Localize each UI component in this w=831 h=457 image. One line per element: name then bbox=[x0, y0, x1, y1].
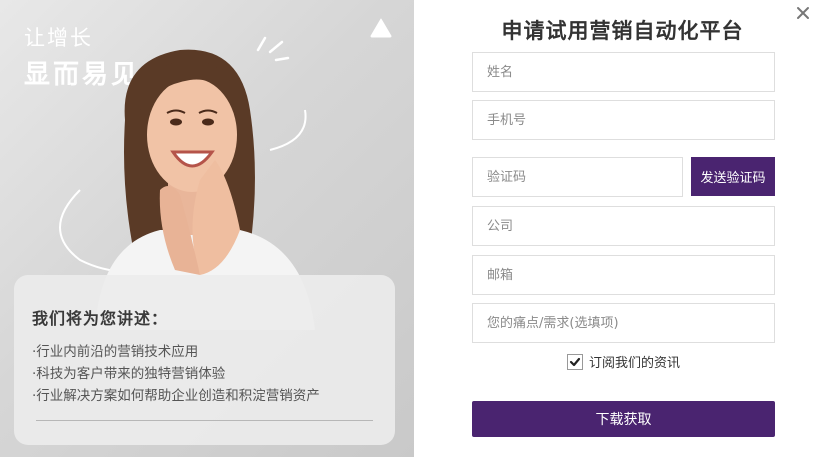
close-icon[interactable] bbox=[794, 4, 812, 22]
subscribe-row[interactable]: 订阅我们的资讯 bbox=[567, 352, 680, 371]
info-card-title: 我们将为您讲述： bbox=[32, 309, 169, 328]
phone-field[interactable] bbox=[472, 100, 775, 140]
list-item: ·科技为客户带来的独特营销体验 bbox=[32, 366, 226, 382]
form-title: 申请试用营销自动化平台 bbox=[501, 19, 744, 43]
list-item: ·行业内前沿的营销技术应用 bbox=[32, 344, 199, 360]
company-field[interactable] bbox=[472, 206, 775, 246]
promo-panel: 让增长 显而易见 我们将为您讲述： ·行业内前沿的营销技术应用 ·科技为客户带来… bbox=[0, 0, 414, 457]
send-code-button[interactable]: 发送验证码 bbox=[691, 157, 775, 196]
logo-triangle-icon bbox=[370, 18, 392, 38]
list-item: ·行业解决方案如何帮助企业创造和积淀营销资产 bbox=[32, 388, 320, 404]
needs-field[interactable] bbox=[472, 303, 775, 343]
divider bbox=[36, 420, 373, 421]
info-card: 我们将为您讲述： ·行业内前沿的营销技术应用 ·科技为客户带来的独特营销体验 ·… bbox=[14, 275, 395, 445]
name-field[interactable] bbox=[472, 52, 775, 92]
subscribe-label: 订阅我们的资讯 bbox=[589, 356, 681, 371]
info-card-list: ·行业内前沿的营销技术应用 ·科技为客户带来的独特营销体验 ·行业解决方案如何帮… bbox=[32, 341, 320, 407]
download-button[interactable]: 下载获取 bbox=[472, 401, 775, 437]
subscribe-checkbox[interactable] bbox=[567, 353, 583, 370]
verification-code-field[interactable] bbox=[472, 157, 683, 197]
checkmark-icon bbox=[569, 357, 581, 366]
email-field[interactable] bbox=[472, 255, 775, 295]
